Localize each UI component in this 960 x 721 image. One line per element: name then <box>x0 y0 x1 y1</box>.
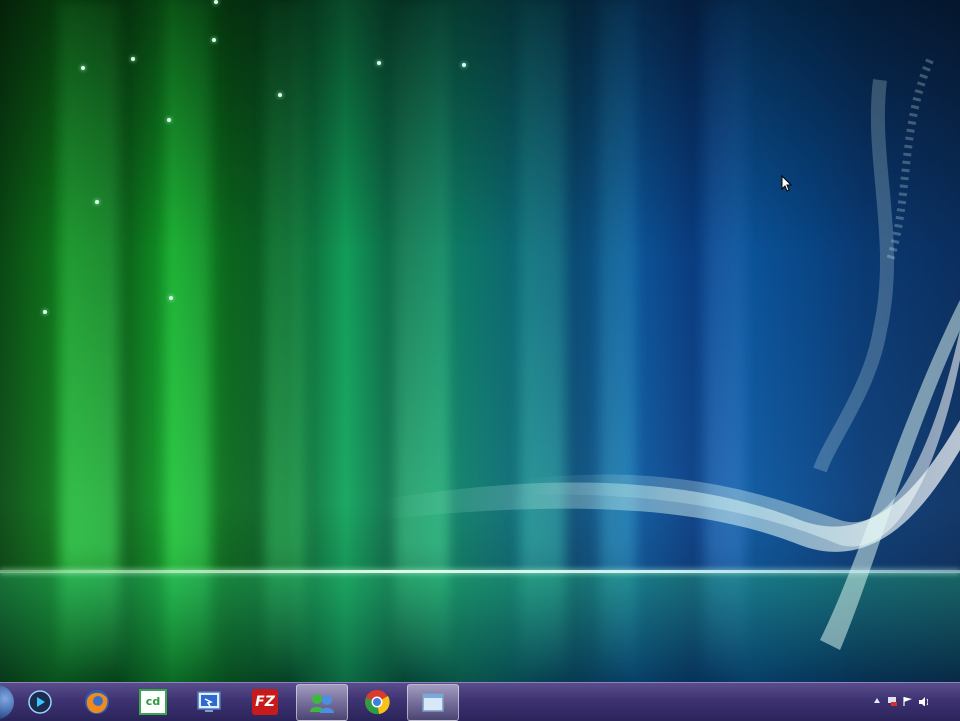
cd-app-label: cd <box>145 695 161 708</box>
taskbar-button-window-app[interactable] <box>407 684 459 721</box>
star <box>95 200 99 204</box>
star <box>81 66 85 70</box>
wallpaper-swoosh <box>380 58 960 650</box>
media-player-icon <box>28 689 52 714</box>
firefox-icon <box>85 689 109 714</box>
taskbar: cd FZ <box>0 682 960 721</box>
desktop[interactable] <box>0 0 960 720</box>
star <box>212 38 216 42</box>
taskbar-button-firefox[interactable] <box>72 684 122 719</box>
taskbar-button-media-player[interactable] <box>15 684 65 719</box>
star <box>167 118 171 122</box>
star <box>377 61 381 65</box>
filezilla-icon: FZ <box>252 688 278 715</box>
taskbar-button-remote-desktop[interactable] <box>184 684 234 719</box>
remote-desktop-icon <box>197 690 221 712</box>
star <box>462 63 466 67</box>
taskbar-button-messenger[interactable] <box>296 684 348 721</box>
taskbar-button-filezilla[interactable]: FZ <box>240 684 290 719</box>
star <box>131 57 135 61</box>
window-app-icon <box>422 692 444 712</box>
network-icon[interactable] <box>887 696 897 706</box>
star <box>278 93 282 97</box>
taskbar-button-cd-app[interactable]: cd <box>128 684 178 719</box>
cd-app-icon: cd <box>139 688 167 715</box>
show-hidden-icons-arrow[interactable] <box>874 698 880 703</box>
star <box>43 310 47 314</box>
taskbar-button-chrome[interactable] <box>352 684 402 719</box>
windows-start-orb-icon[interactable] <box>0 685 14 719</box>
flag-icon[interactable] <box>902 696 912 706</box>
filezilla-label: FZ <box>255 693 275 710</box>
chrome-icon <box>365 689 390 714</box>
messenger-icon <box>310 693 334 713</box>
star <box>169 296 173 300</box>
mouse-cursor-icon <box>781 175 793 192</box>
horizon-line <box>0 570 960 573</box>
star <box>214 0 218 4</box>
volume-icon[interactable] <box>918 696 928 706</box>
